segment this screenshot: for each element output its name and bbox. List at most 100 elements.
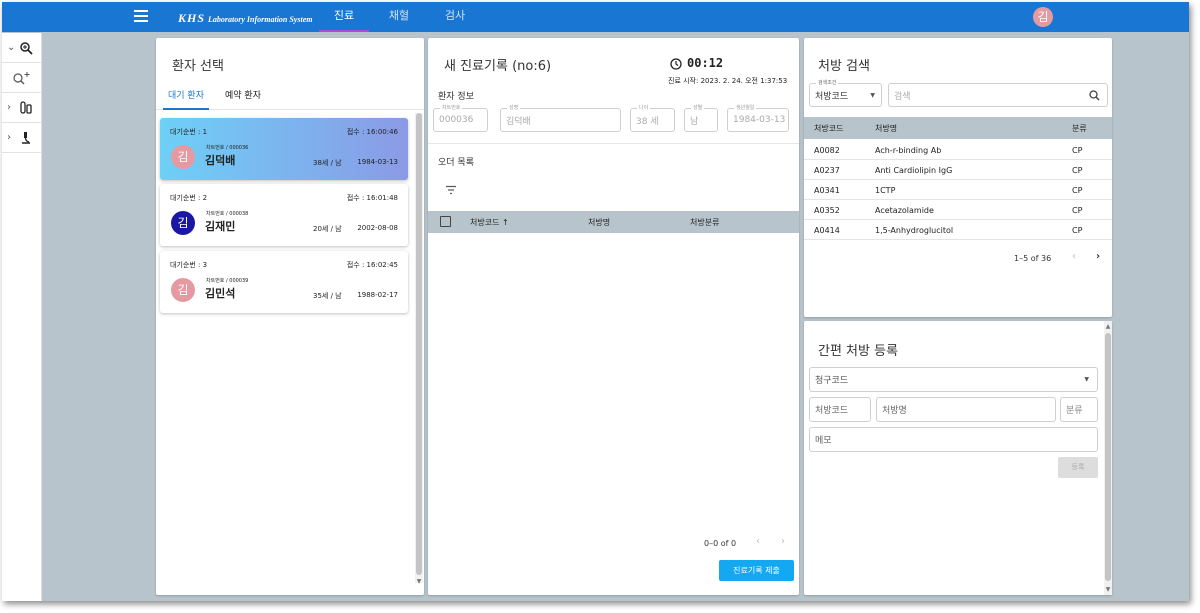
queue-number: 대기순번 : 3 xyxy=(170,261,208,269)
patient-card[interactable]: 대기순번 : 2 접수 : 16:01:48 김 차트번호 / 000038 김… xyxy=(160,184,408,246)
select-all-checkbox[interactable] xyxy=(440,216,451,227)
filter-icon[interactable] xyxy=(445,185,457,195)
pagination-label: 1–5 of 36 xyxy=(1014,254,1052,263)
patient-avatar: 김 xyxy=(171,211,195,235)
select-placeholder: 청구코드 xyxy=(815,376,849,386)
register-button[interactable]: 등록 xyxy=(1058,457,1098,478)
start-time: 진료 시작: 2023. 2. 24. 오전 1:37:53 xyxy=(668,77,788,85)
panel-title: 처방 검색 xyxy=(818,59,870,74)
prev-page-icon[interactable]: ‹ xyxy=(756,536,760,547)
rail-item-search[interactable]: ⌄ xyxy=(2,33,41,63)
category-input[interactable]: 분류 xyxy=(1060,397,1098,422)
birth-date: 1988-02-17 xyxy=(357,291,398,299)
birth-field: 생년월일 1984-03-13 xyxy=(727,104,789,132)
scroll-down-icon[interactable]: ▼ xyxy=(1104,586,1112,593)
menu-icon[interactable] xyxy=(134,10,148,22)
scrollbar[interactable]: ▼ xyxy=(415,113,423,585)
nav-tab-test[interactable]: 검사 xyxy=(430,2,480,32)
zoom-search-icon xyxy=(20,41,33,55)
nav-tab-treatment[interactable]: 진료 xyxy=(319,2,369,32)
chevron-right-icon: › xyxy=(7,102,11,113)
field-value: 1984-03-13 xyxy=(733,115,786,125)
field-value: 000036 xyxy=(439,115,474,125)
search-placeholder: 검색 xyxy=(894,91,911,102)
age-sex: 20세 / 남 xyxy=(313,225,342,233)
table-row[interactable]: A0082 Ach-r-binding Ab CP xyxy=(804,140,1112,160)
select-value: 처방코드 xyxy=(815,91,849,102)
rx-name: Anti Cardiolipin IgG xyxy=(875,166,953,175)
patient-name: 김덕배 xyxy=(205,154,236,167)
column-header[interactable]: 처방명 xyxy=(875,123,897,134)
claim-code-select[interactable]: 청구코드 ▼ xyxy=(809,367,1098,392)
tab-waiting[interactable]: 대기 환자 xyxy=(163,88,209,110)
field-value: 38 세 xyxy=(636,116,659,127)
rail-item-tube[interactable]: › xyxy=(2,93,41,123)
table-row[interactable]: A0414 1,5-Anhydroglucitol CP xyxy=(804,220,1112,240)
search-icon[interactable] xyxy=(1089,90,1100,101)
scroll-thumb[interactable] xyxy=(1105,333,1111,581)
rx-name: 1CTP xyxy=(875,186,896,195)
column-header[interactable]: 처방분류 xyxy=(690,217,719,228)
rx-code-input[interactable]: 처방코드 xyxy=(809,397,871,422)
rx-class: CP xyxy=(1072,226,1083,235)
rx-code: A0341 xyxy=(814,186,840,195)
reception-time: 접수 : 16:01:48 xyxy=(346,194,398,202)
scroll-down-icon[interactable]: ▼ xyxy=(415,578,423,585)
age-sex: 38세 / 남 xyxy=(313,159,342,167)
patient-avatar: 김 xyxy=(171,278,195,302)
submit-record-button[interactable]: 진료기록 제출 xyxy=(719,560,794,581)
medical-record-panel: 새 진료기록 (no:6) 00:12 진료 시작: 2023. 2. 24. … xyxy=(428,38,799,595)
birth-date: 2002-08-08 xyxy=(357,224,398,232)
birth-date: 1984-03-13 xyxy=(357,158,398,166)
zoom-add-icon xyxy=(13,71,30,84)
field-value: 남 xyxy=(690,116,699,127)
next-page-icon[interactable]: › xyxy=(781,536,785,547)
patient-info-label: 환자 정보 xyxy=(438,92,474,102)
side-rail: ⌄ › › xyxy=(2,33,42,601)
age-sex: 35세 / 남 xyxy=(313,292,342,300)
sex-field: 성별 남 xyxy=(684,104,718,132)
column-header[interactable]: 처방명 xyxy=(588,217,610,228)
rail-item-search-add[interactable] xyxy=(2,63,41,93)
order-list-label: 오더 목록 xyxy=(438,158,474,168)
scrollbar[interactable]: ▲ ▼ xyxy=(1104,321,1112,595)
column-header[interactable]: 분류 xyxy=(1072,123,1087,134)
rx-class: CP xyxy=(1072,146,1083,155)
dropdown-arrow-icon: ▼ xyxy=(870,92,875,99)
patient-card[interactable]: 대기순번 : 3 접수 : 16:02:45 김 차트번호 / 000039 김… xyxy=(160,251,408,313)
prev-page-icon[interactable]: ‹ xyxy=(1072,251,1076,262)
rx-code: A0237 xyxy=(814,166,840,175)
field-label: 성명 xyxy=(507,104,521,111)
rx-name: Acetazolamide xyxy=(875,206,934,215)
field-label: 차트번호 xyxy=(440,104,463,111)
column-header[interactable]: 처방코드 ↑ xyxy=(470,217,509,228)
rail-item-microscope[interactable]: › xyxy=(2,123,41,153)
input-placeholder: 분류 xyxy=(1066,406,1083,416)
scroll-up-icon[interactable]: ▲ xyxy=(1104,323,1112,330)
next-page-icon[interactable]: › xyxy=(1096,251,1100,262)
divider xyxy=(428,143,799,144)
user-avatar[interactable]: 김 xyxy=(1033,7,1053,27)
search-input[interactable]: 검색 xyxy=(888,83,1108,107)
patient-card[interactable]: 대기순번 : 1 접수 : 16:00:46 김 차트번호 / 000036 김… xyxy=(160,118,408,180)
record-title: 새 진료기록 (no:6) xyxy=(444,59,552,74)
age-field: 나이 38 세 xyxy=(630,104,675,132)
scroll-thumb[interactable] xyxy=(416,113,422,575)
nav-tab-blood-draw[interactable]: 채혈 xyxy=(374,2,424,32)
rx-code: A0414 xyxy=(814,226,840,235)
table-row[interactable]: A0341 1CTP CP xyxy=(804,180,1112,200)
input-placeholder: 처방명 xyxy=(882,406,907,416)
dropdown-arrow-icon: ▼ xyxy=(1084,376,1089,383)
table-row[interactable]: A0352 Acetazolamide CP xyxy=(804,200,1112,220)
prescription-search-panel: 처방 검색 검색조건 처방코드 ▼ 검색 처방코드 처방명 분류 A0082 A… xyxy=(804,38,1112,317)
memo-input[interactable]: 메모 xyxy=(809,427,1098,452)
input-placeholder: 메모 xyxy=(815,436,832,446)
search-condition-select[interactable]: 검색조건 처방코드 ▼ xyxy=(809,79,882,107)
tab-reserved[interactable]: 예약 환자 xyxy=(220,88,266,110)
rx-name-input[interactable]: 처방명 xyxy=(876,397,1056,422)
order-table-header: 처방코드 ↑ 처방명 처방분류 xyxy=(428,211,799,233)
test-tube-icon xyxy=(20,100,32,114)
column-header[interactable]: 처방코드 xyxy=(814,123,843,134)
table-row[interactable]: A0237 Anti Cardiolipin IgG CP xyxy=(804,160,1112,180)
reception-time: 접수 : 16:02:45 xyxy=(346,261,398,269)
